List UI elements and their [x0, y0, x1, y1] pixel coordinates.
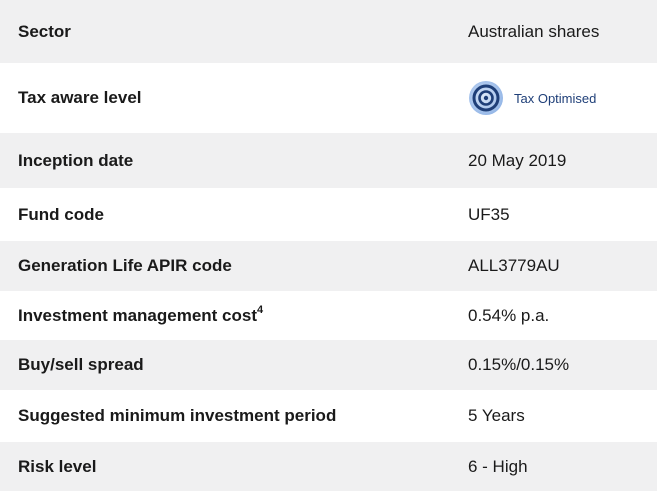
footnote-marker: 4	[257, 303, 264, 316]
buy-sell-spread-value: 0.15%/0.15%	[468, 355, 570, 374]
minimum-investment-period-value: 5 Years	[468, 406, 525, 425]
tax-optimised-text: Tax Optimised	[514, 90, 597, 106]
minimum-investment-period-label: Suggested minimum investment period	[18, 406, 337, 425]
tax-aware-level-label: Tax aware level	[18, 88, 142, 107]
tax-optimised-badge: Tax Optimised	[468, 80, 596, 116]
risk-level-value: 6 - High	[468, 456, 528, 476]
fund-code-value: UF35	[468, 204, 510, 224]
sector-label: Sector	[18, 21, 71, 41]
fund-details-table: Sector Australian shares Tax aware level…	[0, 0, 657, 491]
row-sector: Sector Australian shares	[0, 0, 657, 63]
investment-management-cost-value: 0.54% p.a.	[468, 305, 550, 325]
sector-value: Australian shares	[468, 21, 600, 41]
concentric-circles-icon	[469, 81, 503, 115]
row-buy-sell-spread: Buy/sell spread 0.15%/0.15%	[0, 340, 657, 390]
row-risk-level: Risk level 6 - High	[0, 442, 657, 491]
row-inception-date: Inception date 20 May 2019	[0, 133, 657, 188]
investment-management-cost-label: Investment management cost4	[18, 303, 264, 325]
row-investment-management-cost: Investment management cost4 0.54% p.a.	[0, 291, 657, 340]
row-tax-aware-level: Tax aware level Tax Optimised	[0, 63, 657, 133]
apir-code-value: ALL3779AU	[468, 256, 560, 275]
inception-date-label: Inception date	[18, 150, 134, 170]
row-apir-code: Generation Life APIR code ALL3779AU	[0, 241, 657, 291]
row-fund-code: Fund code UF35	[0, 188, 657, 241]
row-minimum-investment-period: Suggested minimum investment period 5 Ye…	[0, 390, 657, 442]
buy-sell-spread-label: Buy/sell spread	[18, 355, 144, 374]
apir-code-label: Generation Life APIR code	[18, 256, 232, 275]
fund-code-label: Fund code	[18, 204, 104, 224]
risk-level-label: Risk level	[18, 456, 97, 476]
inception-date-value: 20 May 2019	[468, 150, 567, 170]
